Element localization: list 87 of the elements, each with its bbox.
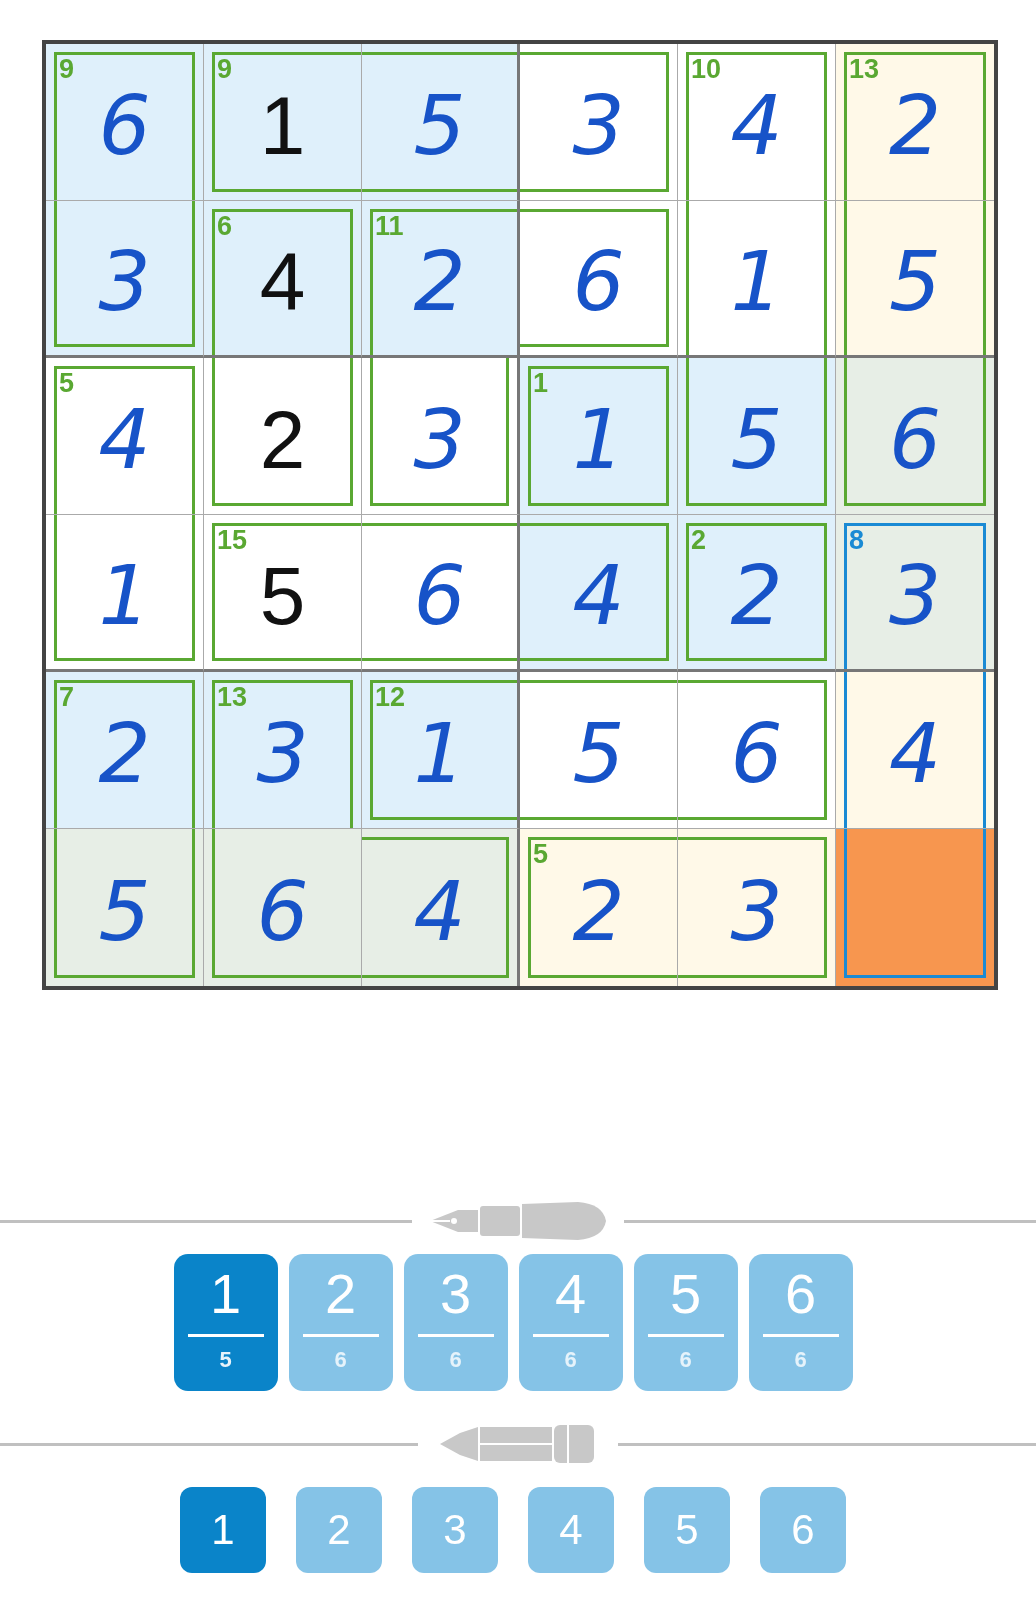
grid-cell[interactable]: 3 [678,829,836,986]
entered-digit: 1 [98,555,151,637]
cage-sum: 5 [59,370,75,397]
pencil-digit-button[interactable]: 1 [180,1487,266,1573]
grid-cell[interactable]: 6 4 [204,201,362,358]
grid-cell[interactable]: 6 [520,201,678,358]
cage-sum: 13 [849,56,880,83]
entered-digit: 6 [730,713,783,795]
cage-sum: 7 [59,684,75,711]
given-digit: 5 [259,555,306,637]
entered-digit: 6 [413,555,466,637]
entered-digit: 3 [413,399,466,481]
entered-digit: 3 [888,555,942,637]
cage-sum: 9 [217,56,233,83]
cage-sum: 9 [59,56,75,83]
cage-sum: 11 [375,213,404,240]
entered-digit: 2 [888,85,942,167]
entered-digit: 4 [572,555,625,637]
cage-sum: 12 [375,684,406,711]
entered-digit: 2 [572,870,625,953]
grid-cell[interactable]: 8 3 [836,515,994,672]
grid-cell[interactable]: 12 1 [362,672,520,829]
grid-cell[interactable]: 9 1 [204,44,362,201]
cage-sum: 2 [691,527,707,554]
grid-cell[interactable]: 3 [46,201,204,358]
entered-digit: 3 [572,85,625,167]
grid-cell[interactable]: 10 4 [678,44,836,201]
grid-cell[interactable]: 9 6 [46,44,204,201]
grid-cell[interactable]: 5 [362,44,520,201]
entered-digit: 3 [256,713,309,795]
entered-digit: 5 [413,85,466,167]
grid-cell[interactable]: 2 [204,358,362,515]
grid-cell[interactable]: 6 [836,358,994,515]
entered-digit: 5 [98,870,151,953]
grid-cell[interactable]: 1 [46,515,204,672]
entered-digit: 6 [572,241,625,323]
entered-digit: 6 [888,399,942,481]
grid-cell[interactable]: 13 2 [836,44,994,201]
grid-cell[interactable]: 6 [204,829,362,986]
grid-cell[interactable]: 1 1 [520,358,678,515]
grid-cell[interactable]: 5 [836,201,994,358]
grid-cell[interactable]: 5 [520,672,678,829]
given-digit: 2 [259,399,306,481]
cage-sum: 5 [533,841,549,868]
entered-digit: 6 [256,870,309,953]
entered-digit: 5 [572,713,625,795]
cage-sum: 8 [849,527,865,554]
given-digit: 4 [259,241,306,323]
entered-digit: 3 [98,241,151,323]
grid-cell[interactable]: 15 5 [204,515,362,672]
grid-cell[interactable]: 6 [362,515,520,672]
entered-digit: 3 [730,870,783,953]
entered-digit: 1 [413,713,466,795]
entered-digit: 4 [888,713,942,795]
given-digit: 1 [259,85,306,167]
entered-digit: 6 [98,85,151,167]
entered-digit: 2 [98,713,151,795]
grid-cell[interactable]: 11 2 [362,201,520,358]
entered-digit: 4 [98,399,151,481]
entered-digit: 4 [413,870,466,953]
entered-digit: 1 [730,241,783,323]
grid-cell[interactable]: 2 2 [678,515,836,672]
grid-cell[interactable]: 3 [362,358,520,515]
grid-cell[interactable]: 4 [836,672,994,829]
grid-cell[interactable]: 4 [362,829,520,986]
grid-cell[interactable]: 5 4 [46,358,204,515]
cage-sum: 15 [217,527,248,554]
cage-sum: 1 [533,370,549,397]
entered-digit: 4 [730,85,783,167]
grid-cell[interactable]: 1 [678,201,836,358]
grid-cell[interactable]: 7 2 [46,672,204,829]
grid-cell[interactable]: 6 [678,672,836,829]
cage-sum: 6 [217,213,233,240]
entered-digit: 2 [413,241,466,323]
cage-sum: 13 [217,684,248,711]
grid-cell[interactable]: 5 [46,829,204,986]
grid-cell[interactable]: 5 2 [520,829,678,986]
entered-digit: 2 [730,555,783,637]
grid-cell[interactable]: 3 [520,44,678,201]
digit-button[interactable]: 1 5 [173,1254,278,1391]
grid-cell[interactable]: 13 3 [204,672,362,829]
grid-cell[interactable]: 4 [520,515,678,672]
entered-digit: 5 [730,399,783,481]
cage-sum: 10 [691,56,722,83]
grid-cell[interactable]: 5 [678,358,836,515]
entered-digit: 5 [888,241,942,323]
entered-digit: 1 [572,399,625,481]
